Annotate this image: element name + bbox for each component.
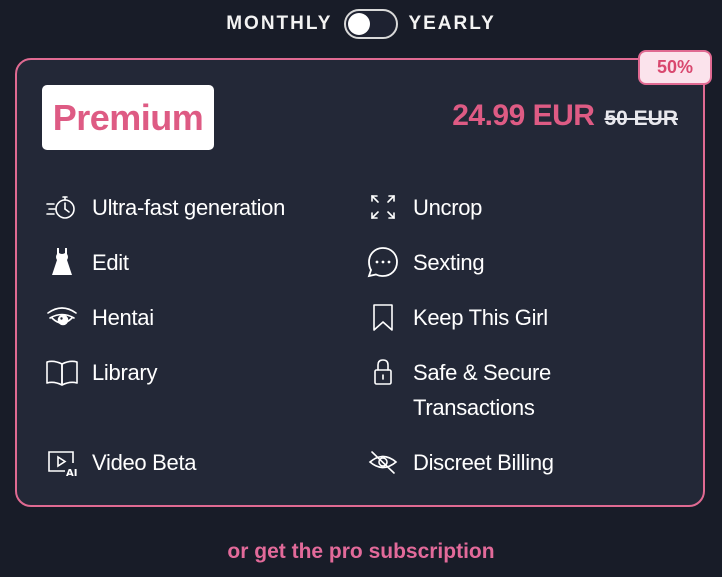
billing-period-switch[interactable] [344, 9, 399, 39]
dress-icon [45, 245, 79, 279]
feature-label: Video Beta [92, 450, 197, 475]
feature-sexting: Sexting [366, 245, 485, 280]
feature-ultra-fast-generation: Ultra-fast generation [45, 190, 285, 225]
feature-discreet-billing: Discreet Billing [366, 445, 554, 480]
feature-label: Sexting [413, 250, 485, 275]
eye-off-icon [366, 445, 400, 479]
feature-keep-this-girl: Keep This Girl [366, 300, 548, 335]
lock-icon [366, 355, 400, 389]
feature-edit: Edit [45, 245, 129, 280]
plan-name: Premium [52, 96, 204, 138]
discount-badge: 50% [638, 50, 712, 85]
feature-label: Library [92, 360, 158, 385]
switch-knob [348, 13, 371, 35]
ai-video-icon: AI [45, 445, 79, 479]
feature-label: Ultra-fast generation [92, 195, 286, 220]
price-row: 24.99 EUR 50 EUR [452, 99, 678, 133]
feature-label: Discreet Billing [413, 450, 554, 475]
chat-bubble-icon [366, 245, 400, 279]
feature-label-line1: Safe & Secure [413, 360, 551, 385]
plan-name-box: Premium [42, 85, 214, 150]
current-price: 24.99 EUR [452, 99, 595, 132]
expand-icon [366, 190, 400, 224]
eye-icon [45, 300, 79, 334]
feature-label: Edit [92, 250, 129, 275]
feature-uncrop: Uncrop [366, 190, 482, 225]
pro-subscription-link[interactable]: or get the pro subscription [0, 540, 722, 564]
feature-label: Safe & Secure Transactions [413, 355, 551, 425]
original-price: 50 EUR [604, 107, 678, 130]
feature-video-beta: AI Video Beta [45, 445, 197, 480]
feature-label: Uncrop [413, 195, 483, 220]
feature-hentai: Hentai [45, 300, 154, 335]
billing-toggle: MONTHLY YEARLY [0, 6, 722, 42]
yearly-label[interactable]: YEARLY [408, 13, 495, 35]
feature-safe-secure-transactions: Safe & Secure Transactions [366, 355, 551, 425]
bookmark-icon [366, 300, 400, 334]
monthly-label[interactable]: MONTHLY [226, 13, 332, 35]
book-icon [45, 355, 79, 389]
feature-label-line2: Transactions [413, 395, 535, 420]
feature-label: Hentai [92, 305, 154, 330]
svg-text:AI: AI [66, 468, 77, 479]
feature-label: Keep This Girl [413, 305, 548, 330]
stopwatch-icon [45, 190, 79, 224]
feature-library: Library [45, 355, 157, 390]
